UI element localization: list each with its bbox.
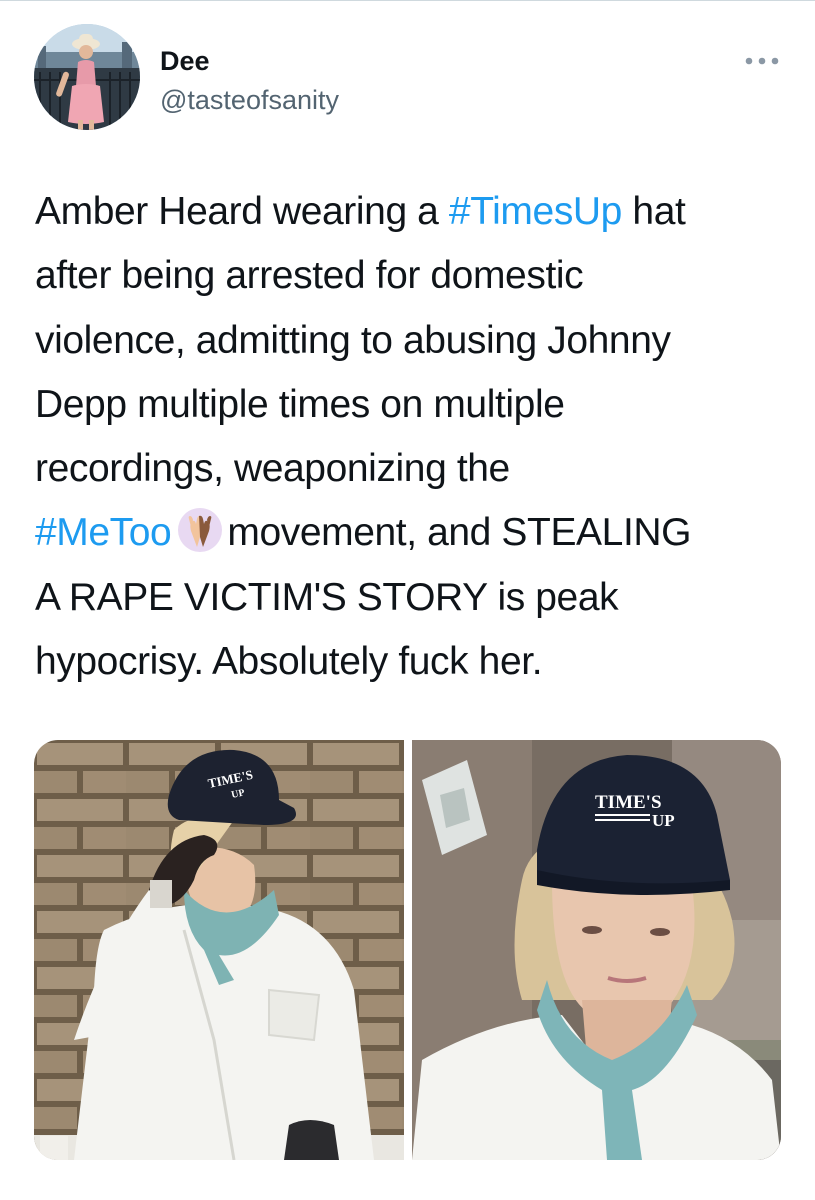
tweet-line: hypocrisy. Absolutely fuck her. xyxy=(35,640,543,684)
tweet-line: A RAPE VICTIM'S STORY is peak xyxy=(35,575,619,619)
raised-hands-emoji xyxy=(178,508,223,553)
hashtag-metoo-link[interactable]: #MeToo xyxy=(35,511,172,554)
top-divider xyxy=(0,0,815,1)
photo-woman-in-cap-by-brick-wall[interactable]: TIME'S UP xyxy=(34,740,404,1160)
cap-logo-text: TIME'S xyxy=(595,792,662,813)
tweet-line: #MeToo movement, and STEALING xyxy=(35,501,795,565)
tweet-line: violence, admitting to abusing Johnny xyxy=(35,318,671,362)
tweet-line: after being arrested for domestic xyxy=(35,254,584,298)
author-handle[interactable]: @tasteofsanity xyxy=(160,84,339,116)
more-horizontal-icon xyxy=(745,57,779,65)
media-grid: TIME'S UP TIME'S UP xyxy=(34,740,781,1160)
more-options-button[interactable] xyxy=(740,48,784,74)
tweet-text-segment: Amber Heard wearing a xyxy=(35,190,449,233)
tweet-line: Depp multiple times on multiple xyxy=(35,382,565,426)
tweet-text-segment: movement, and STEALING xyxy=(227,511,692,555)
author-display-name[interactable]: Dee xyxy=(160,45,210,77)
tweet-line: recordings, weaponizing the xyxy=(35,447,510,491)
cap-logo-text: UP xyxy=(652,811,675,830)
tweet-line: Amber Heard wearing a #TimesUp hat xyxy=(35,180,795,244)
tweet-text: Amber Heard wearing a #TimesUp hat after… xyxy=(35,180,795,694)
hashtag-timesup-link[interactable]: #TimesUp xyxy=(449,190,622,233)
photo-woman-in-cap-closeup[interactable]: TIME'S UP xyxy=(412,740,781,1160)
avatar[interactable] xyxy=(34,24,140,130)
tweet-text-segment: hat xyxy=(621,190,686,233)
